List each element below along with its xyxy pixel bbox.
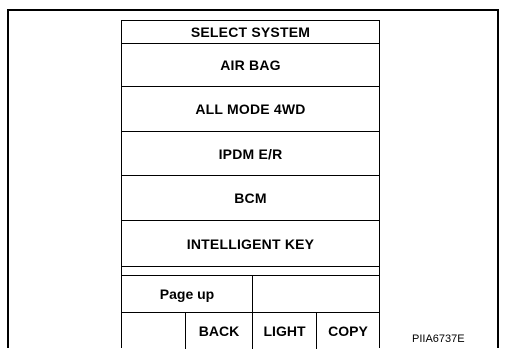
system-item-all-mode-4wd[interactable]: ALL MODE 4WD (122, 87, 379, 132)
frame-top-border (7, 9, 499, 11)
navigation-row: Page up (122, 276, 379, 313)
system-item-intelligent-key[interactable]: INTELLIGENT KEY (122, 221, 379, 267)
page-up-button[interactable]: Page up (122, 276, 253, 312)
screen-title: SELECT SYSTEM (122, 21, 379, 44)
light-button[interactable]: LIGHT (253, 313, 317, 349)
system-item-ipdm-er[interactable]: IPDM E/R (122, 132, 379, 176)
frame-left-border (7, 9, 9, 348)
blank-button (122, 313, 186, 349)
consult-screen: SELECT SYSTEM AIR BAG ALL MODE 4WD IPDM … (121, 20, 380, 349)
system-item-air-bag[interactable]: AIR BAG (122, 44, 379, 87)
function-button-row: BACK LIGHT COPY (122, 313, 379, 349)
back-button[interactable]: BACK (186, 313, 253, 349)
figure-code: PIIA6737E (412, 333, 465, 345)
copy-button[interactable]: COPY (317, 313, 379, 349)
frame-right-border (497, 9, 499, 348)
system-item-bcm[interactable]: BCM (122, 176, 379, 221)
list-spacer (122, 267, 379, 276)
nav-empty-cell (253, 276, 379, 312)
